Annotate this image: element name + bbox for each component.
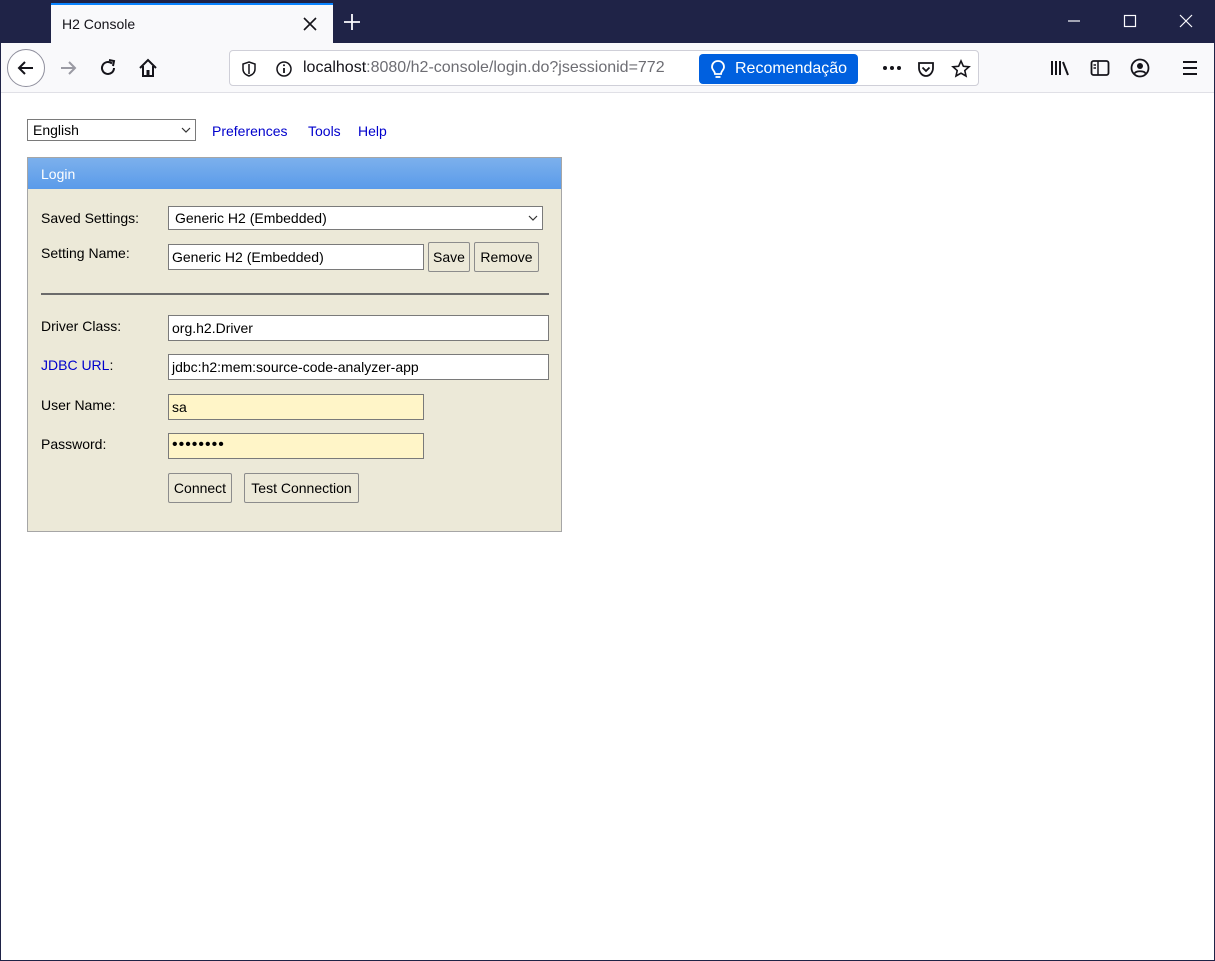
help-link[interactable]: Help bbox=[358, 123, 387, 139]
menu-button[interactable] bbox=[1173, 51, 1207, 85]
home-button[interactable] bbox=[131, 51, 165, 85]
minimize-icon[interactable] bbox=[1066, 13, 1082, 29]
jdbc-url-colon: : bbox=[109, 357, 114, 373]
login-panel: Login Saved Settings: Generic H2 (Embedd… bbox=[27, 157, 562, 532]
tools-link[interactable]: Tools bbox=[308, 123, 341, 139]
account-icon bbox=[1130, 58, 1150, 78]
recommendation-button[interactable]: Recomendação bbox=[699, 54, 858, 84]
browser-window: H2 Console localhost:8080/h2-console/log… bbox=[0, 0, 1215, 961]
user-name-input[interactable]: sa bbox=[168, 394, 424, 420]
divider bbox=[41, 293, 549, 295]
jdbc-url-label: JDBC URL: bbox=[41, 357, 113, 373]
login-header: Login bbox=[28, 158, 561, 189]
sidebar-button[interactable] bbox=[1083, 51, 1117, 85]
forward-arrow-icon bbox=[61, 61, 77, 75]
bookmark-star-icon[interactable] bbox=[951, 59, 971, 79]
language-value: English bbox=[33, 122, 79, 138]
connect-button[interactable]: Connect bbox=[168, 473, 232, 503]
address-bar[interactable]: localhost:8080/h2-console/login.do?jsess… bbox=[229, 50, 979, 86]
url-text[interactable]: localhost:8080/h2-console/login.do?jsess… bbox=[303, 59, 691, 77]
language-select[interactable]: English bbox=[27, 119, 196, 141]
password-input[interactable]: •••••••• bbox=[168, 433, 424, 459]
driver-class-input[interactable]: org.h2.Driver bbox=[168, 315, 549, 341]
chevron-down-icon bbox=[181, 127, 191, 133]
lightbulb-icon bbox=[711, 60, 725, 78]
forward-button[interactable] bbox=[51, 51, 85, 85]
shield-icon[interactable] bbox=[240, 60, 258, 78]
new-tab-icon[interactable] bbox=[341, 11, 363, 33]
password-label: Password: bbox=[41, 436, 107, 452]
saved-settings-value: Generic H2 (Embedded) bbox=[175, 210, 327, 226]
pocket-icon[interactable] bbox=[916, 59, 936, 79]
setting-name-input[interactable]: Generic H2 (Embedded) bbox=[168, 244, 424, 270]
close-tab-icon[interactable] bbox=[301, 15, 319, 33]
recommendation-label: Recomendação bbox=[735, 60, 848, 77]
user-name-label: User Name: bbox=[41, 397, 116, 413]
url-host: localhost bbox=[303, 59, 367, 76]
page-content: English Preferences Tools Help Login Sav… bbox=[1, 94, 1214, 960]
url-path: :8080/h2-console/login.do?jsessionid=772 bbox=[366, 59, 665, 76]
title-bar: H2 Console bbox=[1, 1, 1214, 43]
more-actions-icon[interactable] bbox=[880, 59, 904, 77]
maximize-icon[interactable] bbox=[1122, 13, 1138, 29]
test-connection-button[interactable]: Test Connection bbox=[244, 473, 359, 503]
driver-class-label: Driver Class: bbox=[41, 318, 122, 334]
reload-button[interactable] bbox=[91, 51, 125, 85]
setting-name-label: Setting Name: bbox=[41, 245, 130, 261]
save-button[interactable]: Save bbox=[428, 242, 470, 272]
saved-settings-label: Saved Settings: bbox=[41, 210, 140, 226]
sidebar-icon bbox=[1090, 60, 1110, 76]
jdbc-url-input[interactable]: jdbc:h2:mem:source-code-analyzer-app bbox=[168, 354, 549, 380]
preferences-link[interactable]: Preferences bbox=[212, 123, 287, 139]
back-button[interactable] bbox=[7, 49, 45, 87]
info-icon[interactable] bbox=[275, 60, 293, 78]
back-arrow-icon bbox=[17, 61, 33, 75]
jdbc-url-link[interactable]: JDBC URL bbox=[41, 357, 109, 373]
tab-title: H2 Console bbox=[62, 16, 136, 32]
saved-settings-select[interactable]: Generic H2 (Embedded) bbox=[168, 206, 543, 230]
hamburger-menu-icon bbox=[1183, 61, 1197, 75]
account-button[interactable] bbox=[1123, 51, 1157, 85]
library-button[interactable] bbox=[1043, 51, 1077, 85]
chevron-down-icon bbox=[528, 215, 538, 221]
reload-icon bbox=[101, 59, 116, 75]
navigation-bar: localhost:8080/h2-console/login.do?jsess… bbox=[1, 43, 1214, 93]
close-window-icon[interactable] bbox=[1178, 13, 1194, 29]
home-icon bbox=[139, 58, 157, 77]
library-icon bbox=[1051, 61, 1069, 76]
remove-button[interactable]: Remove bbox=[474, 242, 539, 272]
tab-h2-console[interactable]: H2 Console bbox=[51, 3, 333, 43]
